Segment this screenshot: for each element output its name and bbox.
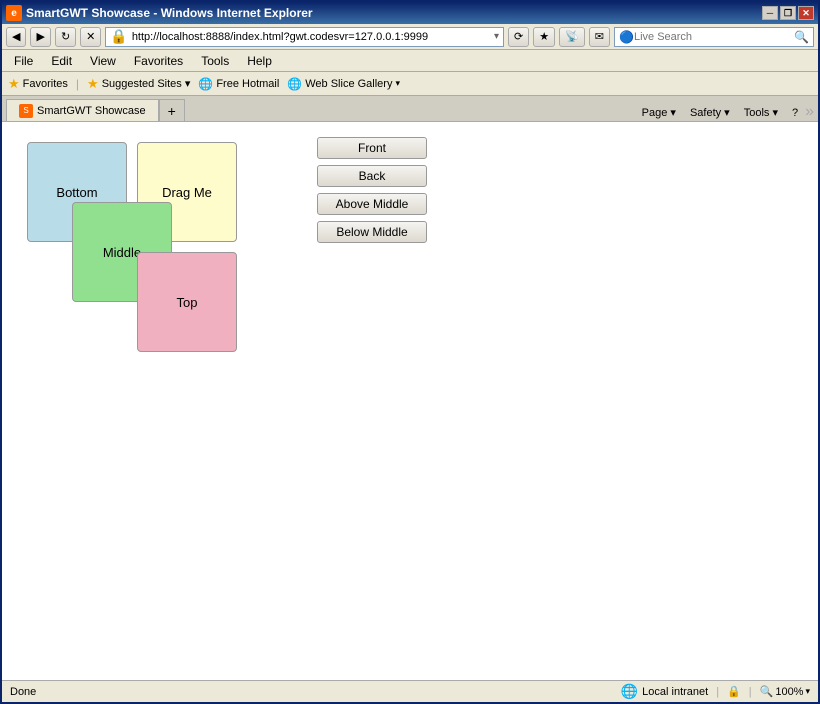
tab-favicon: S — [19, 104, 33, 118]
safety-button[interactable]: Safety ▾ — [683, 104, 737, 121]
back-button[interactable]: ◀ — [6, 27, 26, 47]
webslice-label: Web Slice Gallery — [305, 78, 392, 90]
favorites-label: Favorites — [23, 78, 68, 90]
star-icon: ★ — [8, 76, 20, 92]
front-button[interactable]: Front — [317, 137, 427, 159]
page-body: Bottom Drag Me Middle Top Front Back Abo… — [2, 122, 818, 680]
page-button[interactable]: Page ▾ — [635, 104, 683, 121]
menu-view[interactable]: View — [82, 52, 124, 70]
webslice-dropdown-icon: ▾ — [395, 78, 400, 89]
restore-button[interactable]: ❐ — [780, 6, 796, 20]
buttons-panel: Front Back Above Middle Below Middle — [317, 137, 427, 243]
title-bar: e SmartGWT Showcase - Windows Internet E… — [2, 2, 818, 24]
minimize-button[interactable]: ─ — [762, 6, 778, 20]
tab-bar: S SmartGWT Showcase + Page ▾ Safety ▾ To… — [2, 96, 818, 122]
tab-smartgwt[interactable]: S SmartGWT Showcase — [6, 99, 159, 121]
expand-icon[interactable]: » — [805, 103, 814, 121]
ie-icon: 🌐 — [198, 77, 213, 91]
forward-button[interactable]: ▶ — [30, 27, 50, 47]
below-middle-button[interactable]: Below Middle — [317, 221, 427, 243]
zoom-dropdown-icon[interactable]: ▾ — [805, 686, 810, 697]
suggested-label: Suggested Sites ▾ — [102, 77, 191, 90]
security-icon: 🔒 — [727, 685, 741, 698]
refresh-button[interactable]: ↻ — [55, 27, 76, 47]
tools-button[interactable]: Tools ▾ — [737, 104, 785, 121]
menu-file[interactable]: File — [6, 52, 41, 70]
back-zorder-button[interactable]: Back — [317, 165, 427, 187]
status-bar: Done 🌐 Local intranet | 🔒 | 🔍 100% ▾ — [2, 680, 818, 702]
hotmail-button[interactable]: 🌐 Free Hotmail — [198, 77, 279, 91]
menu-tools[interactable]: Tools — [193, 52, 237, 70]
above-middle-button[interactable]: Above Middle — [317, 193, 427, 215]
search-bar[interactable]: 🔵 🔍 — [614, 27, 814, 47]
zoom-icon: 🔍 — [760, 685, 774, 698]
zoom-level: 100% — [775, 686, 803, 698]
new-tab-button[interactable]: + — [159, 99, 185, 121]
help-button[interactable]: ? — [785, 105, 805, 121]
zone-text: Local intranet — [642, 686, 708, 698]
zoom-control[interactable]: 🔍 100% ▾ — [760, 685, 810, 698]
menu-bar: File Edit View Favorites Tools Help — [2, 50, 818, 72]
nav-favorites-button[interactable]: ★ — [533, 27, 555, 47]
stop-button[interactable]: ✕ — [80, 27, 101, 47]
tab-label: SmartGWT Showcase — [37, 105, 146, 117]
webslice-button[interactable]: 🌐 Web Slice Gallery ▾ — [287, 77, 400, 91]
suggested-icon: ★ — [87, 76, 99, 92]
top-box[interactable]: Top — [137, 252, 237, 352]
favorites-button[interactable]: ★ Favorites — [8, 76, 68, 92]
top-box-label: Top — [177, 295, 198, 310]
canvas-area: Bottom Drag Me Middle Top — [17, 137, 267, 367]
status-text: Done — [10, 686, 36, 698]
search-icon[interactable]: 🔍 — [794, 30, 809, 44]
nav-mail-button[interactable]: ✉ — [589, 27, 610, 47]
menu-favorites[interactable]: Favorites — [126, 52, 191, 70]
suggested-sites-button[interactable]: ★ Suggested Sites ▾ — [87, 76, 190, 92]
address-input[interactable] — [132, 31, 490, 43]
middle-box-label: Middle — [103, 245, 141, 260]
nav-bar: ◀ ▶ ↻ ✕ 🔒 ▾ ⟳ ★ 📡 ✉ 🔵 🔍 — [2, 24, 818, 50]
zone-indicator: 🌐 Local intranet — [621, 683, 708, 700]
app-icon: e — [6, 5, 22, 21]
close-button[interactable]: ✕ — [798, 6, 814, 20]
search-input[interactable] — [634, 31, 794, 43]
search-brand-icon: 🔵 — [619, 30, 634, 44]
bottom-box-label: Bottom — [56, 185, 97, 200]
hotmail-label: Free Hotmail — [216, 78, 279, 90]
favorites-bar: ★ Favorites | ★ Suggested Sites ▾ 🌐 Free… — [2, 72, 818, 96]
dragme-box-label: Drag Me — [162, 185, 212, 200]
window-title: SmartGWT Showcase - Windows Internet Exp… — [26, 6, 313, 20]
menu-edit[interactable]: Edit — [43, 52, 80, 70]
zone-icon: 🌐 — [621, 683, 638, 700]
menu-help[interactable]: Help — [239, 52, 280, 70]
go-button[interactable]: ⟳ — [508, 27, 529, 47]
webslice-icon: 🌐 — [287, 77, 302, 91]
address-bar[interactable]: 🔒 ▾ — [105, 27, 504, 47]
nav-feeds-button[interactable]: 📡 — [559, 27, 585, 47]
